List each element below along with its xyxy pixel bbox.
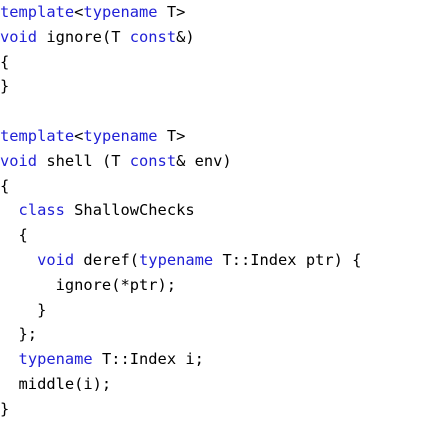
code-text: } (0, 399, 10, 418)
code-line: { (0, 50, 9, 75)
code-keyword: class (18, 201, 65, 220)
code-text: &) (176, 27, 195, 46)
code-text: T> (157, 3, 186, 21)
code-keyword: typename (83, 127, 158, 145)
code-line: void deref(typename T::Index ptr) { (0, 248, 361, 273)
code-text: }; (0, 325, 38, 344)
code-line: typename T::Index i; (0, 347, 204, 372)
code-text: T> (157, 127, 186, 145)
code-text: deref( (74, 251, 140, 269)
code-text: } (0, 77, 10, 96)
code-line: ignore(*ptr); (0, 273, 176, 298)
code-line: template<typename T> (0, 0, 185, 25)
code-text: & env) (176, 151, 232, 170)
code-line: void ignore(T const&) (0, 25, 195, 50)
code-keyword: template (0, 3, 75, 21)
code-text: { (0, 226, 28, 245)
code-line: { (0, 174, 9, 199)
code-keyword: const (129, 27, 177, 46)
code-keyword: template (0, 127, 75, 145)
code-text: ShallowChecks (64, 201, 195, 220)
code-keyword: const (129, 151, 177, 170)
code-keyword: typename (18, 350, 93, 369)
code-keyword: void (0, 151, 38, 170)
code-line: class ShallowChecks (0, 198, 195, 223)
code-line: middle(i); (0, 372, 112, 397)
code-keyword: typename (139, 251, 214, 269)
code-keyword: typename (83, 3, 158, 21)
code-line: } (0, 397, 9, 422)
code-line: void shell (T const& env) (0, 149, 232, 174)
code-line: template<typename T> (0, 124, 185, 149)
code-line: } (0, 74, 9, 99)
code-text: shell (T (37, 151, 130, 170)
code-text: { (0, 176, 10, 195)
code-keyword: void (0, 27, 38, 46)
code-line: { (0, 223, 28, 248)
code-text: { (0, 52, 10, 71)
code-text: T::Index i; (92, 350, 204, 369)
code-text: middle(i); (0, 375, 112, 393)
code-text: ignore(*ptr); (0, 275, 177, 294)
code-keyword: void (37, 251, 75, 269)
code-line: }; (0, 322, 38, 347)
code-line: } (0, 298, 46, 323)
code-text: ignore(T (37, 27, 130, 46)
code-text: T::Index ptr) { (213, 251, 362, 269)
code-text: } (0, 300, 47, 319)
